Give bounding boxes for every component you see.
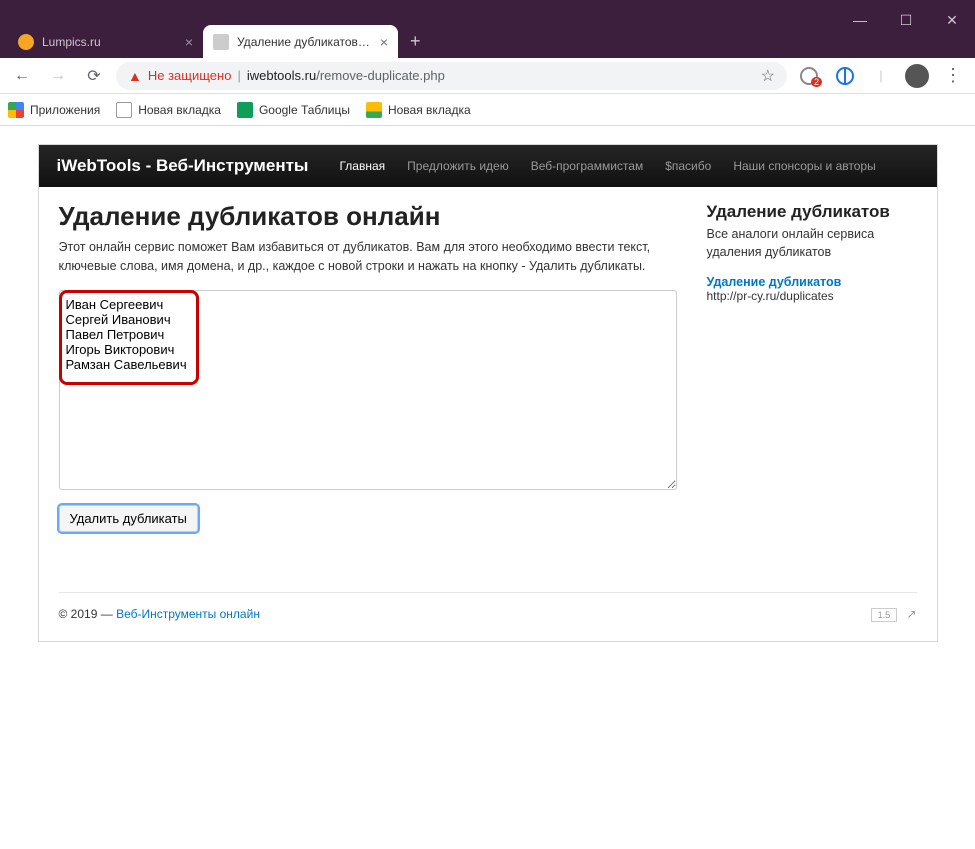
favicon-icon (18, 34, 34, 50)
close-icon[interactable]: × (380, 34, 388, 50)
footer-copyright: © 2019 — Веб-Инструменты онлайн (59, 607, 260, 621)
forward-button[interactable]: → (44, 62, 72, 90)
bookmark-star-icon[interactable]: ☆ (761, 66, 775, 86)
maximize-button[interactable]: ☐ (883, 0, 929, 40)
page-title: Удаление дубликатов онлайн (59, 201, 677, 232)
bookmark-apps[interactable]: Приложения (8, 102, 100, 118)
tab-title: Lumpics.ru (42, 35, 177, 49)
browser-tab-lumpics[interactable]: Lumpics.ru × (8, 25, 203, 58)
apps-icon (8, 102, 24, 118)
globe-icon[interactable] (831, 62, 859, 90)
separator: | (867, 62, 895, 90)
warning-icon: ▲ (128, 68, 142, 84)
bookmark-newtab2[interactable]: Новая вкладка (366, 102, 471, 118)
close-window-button[interactable]: ✕ (929, 0, 975, 40)
page-description: Этот онлайн сервис поможет Вам избавитьс… (59, 238, 677, 276)
menu-button[interactable]: ⋮ (939, 62, 967, 90)
url-text: iwebtools.ru/remove-duplicate.php (247, 68, 755, 83)
nav-link-main[interactable]: Главная (328, 159, 396, 173)
favicon-icon (213, 34, 229, 50)
site-navbar: iWebTools - Веб-Инструменты Главная Пред… (39, 145, 937, 187)
security-status: Не защищено (148, 68, 232, 83)
sidebar-heading: Удаление дубликатов (707, 202, 917, 222)
remove-duplicates-button[interactable]: Удалить дубликаты (59, 505, 198, 532)
browser-tab-iwebtools[interactable]: Удаление дубликатов онлайн × (203, 25, 398, 58)
footer-link[interactable]: Веб-Инструменты онлайн (116, 607, 260, 621)
tab-title: Удаление дубликатов онлайн (237, 35, 372, 49)
nav-link-devs[interactable]: Веб-программистам (520, 159, 654, 173)
nav-link-suggest[interactable]: Предложить идею (396, 159, 520, 173)
minimize-button[interactable]: — (837, 0, 883, 40)
site-brand[interactable]: iWebTools - Веб-Инструменты (57, 156, 309, 176)
file-icon (116, 102, 132, 118)
close-icon[interactable]: × (185, 34, 193, 50)
arrow-icon: ↗ (906, 607, 916, 621)
bookmark-newtab[interactable]: Новая вкладка (116, 102, 221, 118)
sidebar-desc: Все аналоги онлайн сервиса удаления дубл… (707, 226, 917, 261)
duplicates-textarea[interactable] (59, 290, 677, 490)
photo-icon (366, 102, 382, 118)
profile-avatar[interactable] (903, 62, 931, 90)
nav-link-sponsors[interactable]: Наши спонсоры и авторы (722, 159, 886, 173)
sheets-icon (237, 102, 253, 118)
new-tab-button[interactable]: + (398, 31, 433, 52)
sidebar-link[interactable]: Удаление дубликатов (707, 275, 917, 289)
footer-badge: 1.5 (871, 608, 898, 622)
extension-icon[interactable] (795, 62, 823, 90)
bookmark-sheets[interactable]: Google Таблицы (237, 102, 350, 118)
sidebar-link-url: http://pr-cy.ru/duplicates (707, 289, 917, 303)
nav-link-thanks[interactable]: $пасибо (654, 159, 722, 173)
back-button[interactable]: ← (8, 62, 36, 90)
address-bar[interactable]: ▲ Не защищено | iwebtools.ru/remove-dupl… (116, 62, 787, 90)
reload-button[interactable]: ⟳ (80, 62, 108, 90)
